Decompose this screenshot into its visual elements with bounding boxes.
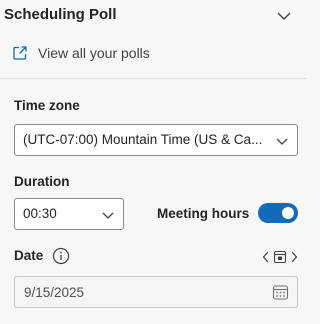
- view-all-polls-label: View all your polls: [38, 45, 150, 61]
- duration-select[interactable]: 00:30: [14, 198, 124, 230]
- chevron-right-icon[interactable]: [289, 250, 299, 264]
- timezone-value: (UTC-07:00) Mountain Time (US & Ca...: [23, 132, 263, 147]
- open-in-new-icon: [13, 46, 27, 60]
- divider: [0, 78, 307, 79]
- date-value: 9/15/2025: [24, 285, 85, 300]
- timezone-label: Time zone: [14, 98, 80, 113]
- meeting-hours-label: Meeting hours: [157, 206, 250, 221]
- panel-title: Scheduling Poll: [4, 6, 117, 23]
- chevron-down-icon: [276, 138, 288, 145]
- duration-label: Duration: [14, 174, 70, 189]
- chevron-left-icon[interactable]: [261, 250, 271, 264]
- toggle-knob: [282, 207, 294, 219]
- view-all-polls-link[interactable]: View all your polls: [12, 42, 150, 64]
- chevron-down-icon[interactable]: [275, 7, 293, 25]
- timezone-select[interactable]: (UTC-07:00) Mountain Time (US & Ca...: [14, 124, 298, 156]
- calendar-today-icon[interactable]: [273, 250, 287, 264]
- duration-value: 00:30: [23, 206, 57, 221]
- calendar-icon[interactable]: [272, 284, 289, 301]
- chevron-down-icon: [102, 212, 114, 219]
- date-label: Date: [14, 248, 44, 263]
- info-icon[interactable]: [52, 247, 70, 265]
- date-input[interactable]: 9/15/2025: [14, 276, 298, 308]
- meeting-hours-toggle[interactable]: [258, 203, 298, 223]
- panel-header[interactable]: Scheduling Poll: [0, 0, 307, 32]
